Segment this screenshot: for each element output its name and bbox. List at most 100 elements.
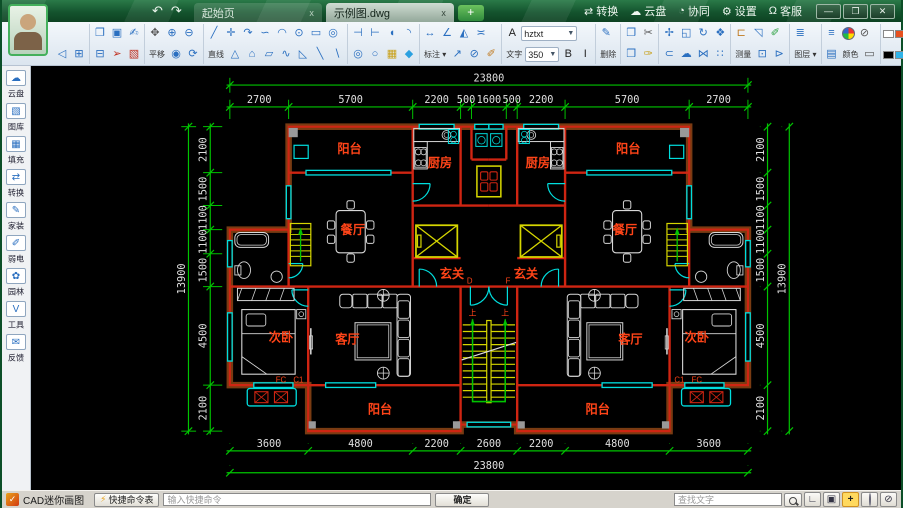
offset-icon[interactable]: ⊂ <box>661 46 677 63</box>
erase-icon[interactable]: ✎ <box>598 25 614 42</box>
menu-convert[interactable]: ⇄转换 <box>584 3 618 19</box>
measure-dist-icon[interactable]: ⊏ <box>733 25 749 42</box>
fillet-icon[interactable]: ◝ <box>401 25 417 42</box>
bold-icon[interactable]: B <box>560 46 576 63</box>
color-swatch[interactable] <box>895 51 903 59</box>
arc-icon[interactable]: ↷ <box>240 25 256 42</box>
colorwheel-icon[interactable] <box>842 27 855 40</box>
polygon-icon[interactable]: ⌂ <box>244 46 260 63</box>
parallelogram-icon[interactable]: ▱ <box>261 46 277 63</box>
text-icon[interactable]: A <box>504 25 520 42</box>
trapezoid-icon[interactable]: ◺ <box>295 46 311 63</box>
paste-icon[interactable]: ❒ <box>623 46 639 63</box>
sidebar-item-home-deco[interactable]: ✎ 家装 <box>2 202 30 232</box>
background-icon[interactable]: ▭ <box>862 46 878 63</box>
user-avatar[interactable] <box>8 4 48 56</box>
sidebar-item-feedback[interactable]: ✉ 反馈 <box>2 334 30 364</box>
revcircle-icon[interactable]: ○ <box>367 46 383 63</box>
donut-icon[interactable]: ◎ <box>325 25 341 42</box>
history-forward-icon[interactable]: ↷ <box>171 3 182 19</box>
circle-icon[interactable]: ⊙ <box>291 25 307 42</box>
open-icon[interactable]: ❐ <box>92 25 108 42</box>
italic-icon[interactable]: I <box>577 46 593 63</box>
menu-cloud[interactable]: ☁云盘 <box>630 3 666 19</box>
sidebar-item-tools[interactable]: V 工具 <box>2 301 30 331</box>
color-swatch[interactable] <box>883 30 894 38</box>
linear-dim-icon[interactable]: ↔ <box>422 25 438 42</box>
layers-icon[interactable]: ≣ <box>792 25 808 42</box>
lineweight-icon[interactable]: ≡ <box>824 25 840 42</box>
zoom-extents-icon[interactable]: ⟳ <box>185 46 201 63</box>
measure-mark-icon[interactable]: ✐ <box>767 25 783 42</box>
new-tab-button[interactable]: + <box>458 5 484 21</box>
find-text-input[interactable]: 查找文字 <box>674 493 782 506</box>
save-as-icon[interactable]: ✍ <box>126 25 142 42</box>
tab-close-icon[interactable]: x <box>441 8 446 18</box>
spline-icon[interactable]: ∽ <box>257 25 273 42</box>
matchprop-icon[interactable]: ✑ <box>640 46 656 63</box>
drawing-canvas[interactable]: 阳台厨房餐厅玄关次卧客厅阳台厨房阳台餐厅玄关客厅次卧阳台上上DFFCC1C1FC… <box>31 66 901 490</box>
command-input[interactable]: 输入快捷命令 <box>163 493 431 506</box>
array-icon[interactable]: ∷ <box>712 46 728 63</box>
rectangle-icon[interactable]: ▭ <box>308 25 324 42</box>
move-icon[interactable]: ✢ <box>661 25 677 42</box>
linetype-button[interactable]: ⊘ <box>880 492 897 507</box>
save-icon[interactable]: ▣ <box>109 25 125 42</box>
ucs-axis-button[interactable]: ∟ <box>804 492 821 507</box>
ok-button[interactable]: 确定 <box>435 493 489 507</box>
color-swatch[interactable] <box>895 30 903 38</box>
export-pdf-icon[interactable]: ➢ <box>109 46 125 63</box>
hatch-icon[interactable]: ▦ <box>384 46 400 63</box>
zoom-in-icon[interactable]: ⊕ <box>164 25 180 42</box>
back-icon[interactable]: ◁ <box>54 46 70 63</box>
extend-icon[interactable]: ⊢ <box>367 25 383 42</box>
close-button[interactable]: ✕ <box>870 4 895 19</box>
sidebar-item-elec[interactable]: ✐ 弱电 <box>2 235 30 265</box>
continue-dim-icon[interactable]: ≍ <box>473 25 489 42</box>
cut-icon[interactable]: ✂ <box>640 25 656 42</box>
scale-icon[interactable]: ◱ <box>678 25 694 42</box>
triangle-icon[interactable]: △ <box>227 46 243 63</box>
revcloud-icon[interactable]: ☁ <box>678 46 694 63</box>
angle-dim-icon[interactable]: ∠ <box>439 25 455 42</box>
tab-start-page[interactable]: 起始页 x <box>194 3 322 22</box>
color-wheel-button[interactable] <box>861 492 878 507</box>
measure-box-icon[interactable]: ⊡ <box>754 46 770 63</box>
new-drawing-icon[interactable]: ⊞ <box>71 46 87 63</box>
sidebar-item-garden[interactable]: ✿ 园林 <box>2 268 30 298</box>
font-select[interactable]: hztxt▼ <box>521 26 577 41</box>
arc3-icon[interactable]: ◠ <box>274 25 290 42</box>
leader-icon[interactable]: ↗ <box>449 46 465 63</box>
search-icon[interactable] <box>784 493 802 507</box>
copy-icon[interactable]: ❐ <box>623 25 639 42</box>
mark-icon[interactable]: ✐ <box>483 46 499 63</box>
ring-icon[interactable]: ◎ <box>350 46 366 63</box>
aligned-dim-icon[interactable]: ◭ <box>456 25 472 42</box>
tab-close-icon[interactable]: x <box>309 8 314 18</box>
pan-icon[interactable]: ✥ <box>147 25 163 42</box>
maximize-button[interactable]: ❐ <box>843 4 868 19</box>
sidebar-item-cloud[interactable]: ☁ 云盘 <box>2 70 30 100</box>
radius-dim-icon[interactable]: ⊘ <box>466 46 482 63</box>
color-swatch[interactable] <box>883 51 894 59</box>
sidebar-item-convert[interactable]: ⇄ 转换 <box>2 169 30 199</box>
sidebar-item-gallery[interactable]: ▧ 图库 <box>2 103 30 133</box>
shortcut-table-button[interactable]: ⚡ 快捷命令表 <box>94 493 159 507</box>
trim-icon[interactable]: ⊣ <box>350 25 366 42</box>
sidebar-item-hatch[interactable]: ▦ 填充 <box>2 136 30 166</box>
background-toggle-button[interactable]: ▣ <box>823 492 840 507</box>
history-back-icon[interactable]: ↶ <box>152 3 163 19</box>
text-size-select[interactable]: 350▼ <box>525 47 559 62</box>
print-icon[interactable]: ⊟ <box>92 46 108 63</box>
fill-icon[interactable]: ◆ <box>401 46 417 63</box>
minimize-button[interactable]: — <box>816 4 841 19</box>
wave-icon[interactable]: ∿ <box>278 46 294 63</box>
zoom-window-icon[interactable]: ◉ <box>168 46 184 63</box>
xline-icon[interactable]: ∖ <box>329 46 345 63</box>
rotate-icon[interactable]: ↻ <box>695 25 711 42</box>
menu-support[interactable]: Ω客服 <box>769 3 802 19</box>
export-image-icon[interactable]: ▧ <box>126 46 142 63</box>
crosshair-button[interactable]: + <box>842 492 859 507</box>
tab-drawing[interactable]: 示例图.dwg x <box>326 3 454 22</box>
point-icon[interactable]: ✛ <box>223 25 239 42</box>
